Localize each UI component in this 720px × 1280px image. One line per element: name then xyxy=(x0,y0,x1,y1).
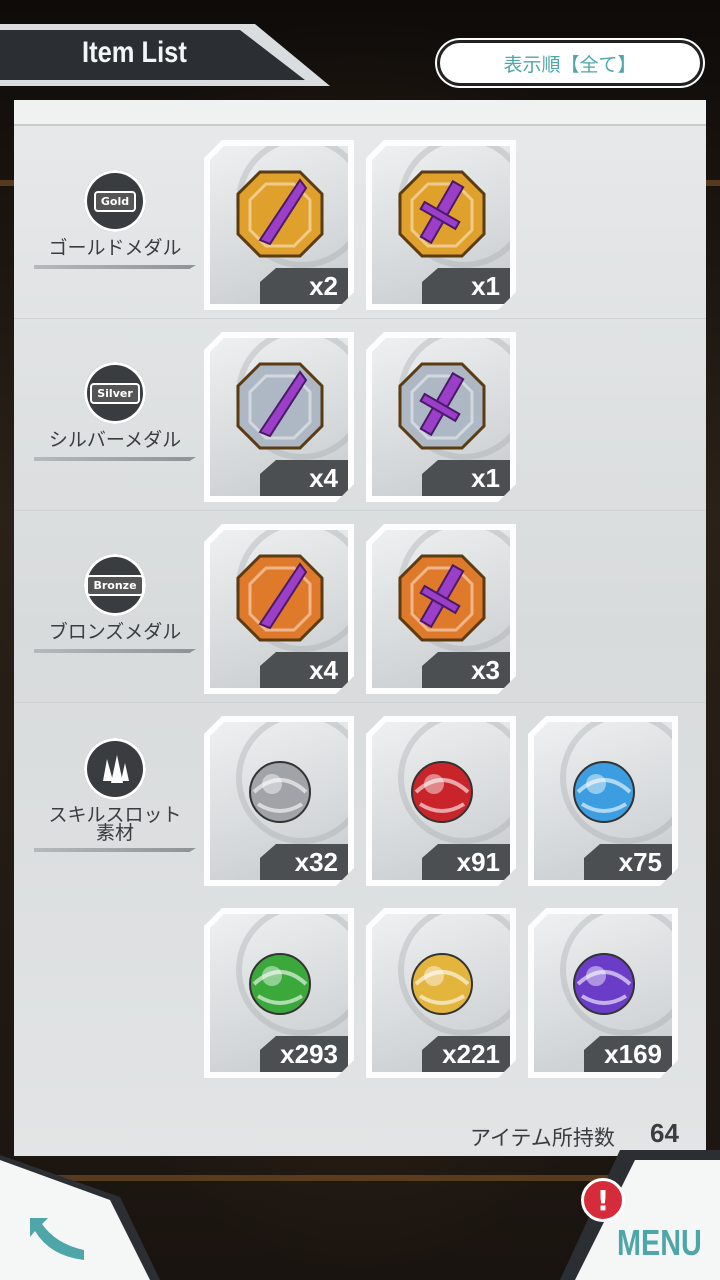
owned-count-value: 64 xyxy=(650,1118,679,1148)
category-underline xyxy=(34,265,196,269)
item-card[interactable]: x2 xyxy=(204,140,354,310)
badge-text: Gold xyxy=(93,190,137,212)
item-card[interactable]: x32 xyxy=(204,716,354,886)
item-card[interactable]: x4 xyxy=(204,524,354,694)
category-skill-slot: スキルスロット 素材 xyxy=(34,738,196,852)
category-bronze: Bronze ブロンズメダル xyxy=(34,554,196,653)
item-quantity: x2 xyxy=(260,268,348,304)
owned-count-label: アイテム所持数 xyxy=(470,1126,615,1150)
item-card[interactable]: x75 xyxy=(528,716,678,886)
silver-medal-icon: Silver xyxy=(84,362,146,424)
orb-icon xyxy=(230,930,330,1030)
crystal-shape xyxy=(103,755,129,783)
item-quantity: x4 xyxy=(260,652,348,688)
divider xyxy=(14,318,706,319)
category-underline xyxy=(34,649,196,653)
item-quantity: x293 xyxy=(260,1036,348,1072)
sword-icon xyxy=(392,354,492,454)
category-label: ブロンズメダル xyxy=(48,621,182,643)
item-quantity: x169 xyxy=(584,1036,672,1072)
item-card[interactable]: x221 xyxy=(366,908,516,1078)
bronze-medal-icon: Bronze xyxy=(84,554,146,616)
item-quantity: x1 xyxy=(422,460,510,496)
item-quantity: x75 xyxy=(584,844,672,880)
page-title: Item List xyxy=(82,36,187,69)
item-card[interactable]: x3 xyxy=(366,524,516,694)
item-quantity: x221 xyxy=(422,1036,510,1072)
item-quantity: x4 xyxy=(260,460,348,496)
menu-button[interactable]: MENU xyxy=(617,1222,702,1264)
item-card[interactable]: x91 xyxy=(366,716,516,886)
category-label: スキルスロット 素材 xyxy=(48,804,182,844)
lance-icon xyxy=(230,546,330,646)
item-quantity: x3 xyxy=(422,652,510,688)
orb-icon xyxy=(554,738,654,838)
sort-order-button[interactable]: 表示順【全て】 xyxy=(437,40,703,86)
item-card[interactable]: x293 xyxy=(204,908,354,1078)
orb-icon xyxy=(392,738,492,838)
category-gold: Gold ゴールドメダル xyxy=(34,170,196,269)
item-card[interactable]: x4 xyxy=(204,332,354,502)
item-card[interactable]: x1 xyxy=(366,140,516,310)
lance-icon xyxy=(230,354,330,454)
lance-icon xyxy=(230,162,330,262)
category-underline xyxy=(34,848,196,852)
badge-text: Bronze xyxy=(86,574,144,596)
sword-icon xyxy=(392,546,492,646)
category-label: シルバーメダル xyxy=(48,429,182,451)
orb-icon xyxy=(554,930,654,1030)
orb-icon xyxy=(230,738,330,838)
sword-icon xyxy=(392,162,492,262)
crystal-icon xyxy=(84,738,146,800)
orb-icon xyxy=(392,930,492,1030)
badge-text: Silver xyxy=(90,382,140,404)
category-underline xyxy=(34,457,196,461)
item-card[interactable]: x1 xyxy=(366,332,516,502)
gold-medal-icon: Gold xyxy=(84,170,146,232)
item-card[interactable]: x169 xyxy=(528,908,678,1078)
category-label: ゴールドメダル xyxy=(48,237,182,259)
item-quantity: x32 xyxy=(260,844,348,880)
alert-badge: ! xyxy=(581,1178,625,1222)
item-quantity: x1 xyxy=(422,268,510,304)
back-arrow-icon[interactable] xyxy=(22,1210,94,1266)
divider xyxy=(14,510,706,511)
divider xyxy=(14,702,706,703)
category-silver: Silver シルバーメダル xyxy=(34,362,196,461)
panel-topbar xyxy=(14,100,706,126)
item-quantity: x91 xyxy=(422,844,510,880)
